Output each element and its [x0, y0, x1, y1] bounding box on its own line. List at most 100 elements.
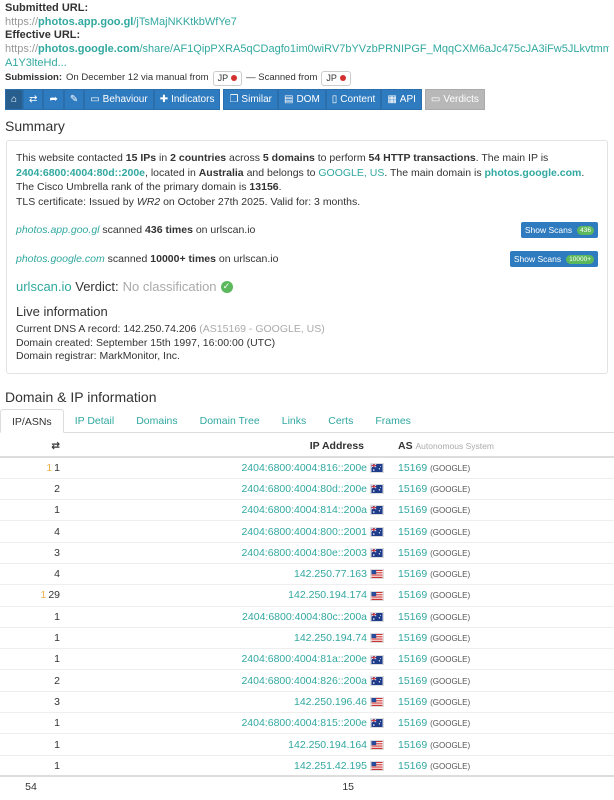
summary-text: This website contacted 15 IPs in 2 count…: [16, 152, 585, 193]
effective-url[interactable]: https://photos.google.com/share/AF1QipPX…: [5, 42, 609, 56]
tab-ip-asns[interactable]: IP/ASNs: [0, 409, 64, 433]
main-domain-link[interactable]: photos.google.com: [485, 167, 582, 179]
as-cell: 15169 (GOOGLE): [388, 648, 614, 670]
as-number-link[interactable]: 15169: [398, 589, 427, 601]
ip-column-header[interactable]: IP Address: [62, 435, 388, 458]
show-scans-button-1[interactable]: Show Scans 436: [520, 222, 598, 238]
submitted-url[interactable]: https://photos.app.goo.gl/jTsMajNKKtkbWf…: [5, 15, 609, 29]
main-ip-link[interactable]: 2404:6800:4004:80d::200e: [16, 167, 145, 179]
as-number-link[interactable]: 15169: [398, 653, 427, 665]
dom-button[interactable]: ▤ DOM: [277, 89, 326, 110]
scan2-domain-link[interactable]: photos.google.com: [16, 253, 105, 265]
ip-cell: 142.250.194.164: [62, 733, 388, 756]
ip-address-link[interactable]: 142.251.42.195: [294, 760, 367, 772]
indicators-button[interactable]: ✚ Indicators: [153, 89, 221, 110]
as-number-link[interactable]: 15169: [398, 568, 427, 580]
toolbar: ⌂ ⇄ ➦ ✎ ▭ Behaviour ✚ Indicators ❐ Similar …: [5, 89, 614, 110]
api-button[interactable]: ▦ API: [381, 89, 422, 110]
as-cell: 15169 (GOOGLE): [388, 626, 614, 649]
transaction-count: 4: [0, 520, 62, 543]
ip-address-link[interactable]: 2404:6800:4004:816::200e: [241, 462, 367, 474]
urlscan-link[interactable]: urlscan.io: [16, 279, 72, 294]
submission-info: Submission: On December 12 via manual fr…: [5, 70, 609, 86]
behaviour-button[interactable]: ▭ Behaviour: [84, 89, 154, 110]
similar-icon: ❐: [229, 94, 239, 105]
as-number-link[interactable]: 15169: [398, 696, 427, 708]
tab-domains[interactable]: Domains: [125, 409, 188, 432]
ip-address-link[interactable]: 142.250.194.74: [294, 632, 367, 644]
share-button[interactable]: ➦: [43, 89, 64, 110]
ip-cell: 142.250.194.74: [62, 626, 388, 649]
as-number-link[interactable]: 15169: [398, 675, 427, 687]
as-org: (GOOGLE): [430, 612, 471, 622]
ip-address-link[interactable]: 142.250.194.174: [288, 589, 367, 601]
transaction-count: 3: [0, 541, 62, 564]
ip-cell: 2404:6800:4004:800::2001: [62, 520, 388, 543]
verdicts-button[interactable]: ▭ Verdicts: [424, 89, 485, 110]
transaction-count: 1 29: [0, 584, 62, 607]
sort-column-header[interactable]: ⇄: [0, 435, 62, 458]
tab-ip-detail[interactable]: IP Detail: [64, 409, 126, 432]
as-cell: 15169 (GOOGLE): [388, 712, 614, 734]
share-icon: ➦: [49, 94, 58, 105]
ip-table: ⇄ IP Address AS Autonomous System 1 1 2404…: [0, 435, 614, 797]
usa-flag-icon: [370, 760, 384, 771]
ip-cell: 142.251.42.195: [62, 754, 388, 777]
transaction-count: 1: [0, 626, 62, 649]
edit-button[interactable]: ✎: [63, 89, 85, 110]
asn-link[interactable]: GOOGLE, US: [318, 167, 384, 179]
as-number-link[interactable]: 15169: [398, 611, 427, 623]
file-icon: ▯: [331, 94, 338, 105]
tab-frames[interactable]: Frames: [364, 409, 422, 432]
ip-address-link[interactable]: 2404:6800:4004:81a::200e: [241, 653, 367, 665]
scan1-domain-link[interactable]: photos.app.goo.gl: [16, 224, 100, 236]
ip-address-link[interactable]: 2404:6800:4004:80d::200e: [241, 483, 367, 495]
as-cell: 15169 (GOOGLE): [388, 541, 614, 564]
domain-ip-title: Domain & IP information: [5, 389, 157, 405]
as-number-link[interactable]: 15169: [398, 760, 427, 772]
as-number-link[interactable]: 15169: [398, 632, 427, 644]
transaction-count: 1: [0, 754, 62, 777]
as-number-link[interactable]: 15169: [398, 504, 427, 516]
live-info-title: Live information: [16, 304, 108, 319]
table-row: 1 2404:6800:4004:815::200e 15169 (GOOGLE): [0, 712, 614, 734]
usa-flag-icon: [370, 633, 384, 644]
ip-address-link[interactable]: 2404:6800:4004:80c::200a: [242, 611, 367, 623]
total-ips: 15: [62, 775, 388, 797]
ip-address-link[interactable]: 2404:6800:4004:826::200a: [241, 675, 367, 687]
ip-cell: 2404:6800:4004:80e::2003: [62, 541, 388, 564]
swap-icon: ⇄: [29, 94, 38, 105]
tab-certs[interactable]: Certs: [317, 409, 364, 432]
ip-address-link[interactable]: 2404:6800:4004:800::2001: [241, 526, 367, 538]
effective-url-continued[interactable]: A1Y3lteHd...: [5, 56, 609, 70]
ip-address-link[interactable]: 2404:6800:4004:814::200a: [241, 504, 367, 516]
as-number-link[interactable]: 15169: [398, 462, 427, 474]
as-org: (GOOGLE): [430, 719, 471, 729]
show-scans-button-2[interactable]: Show Scans 10000+: [509, 251, 598, 267]
ip-address-link[interactable]: 142.250.196.46: [294, 696, 367, 708]
table-row: 1 142.250.194.164 15169 (GOOGLE): [0, 733, 614, 756]
as-cell: 15169 (GOOGLE): [388, 499, 614, 521]
table-row: 4 142.250.77.163 15169 (GOOGLE): [0, 562, 614, 585]
usa-flag-icon: [370, 739, 384, 750]
ip-address-link[interactable]: 142.250.77.163: [294, 568, 367, 580]
tab-domain-tree[interactable]: Domain Tree: [189, 409, 271, 432]
as-column-header[interactable]: AS Autonomous System: [388, 435, 614, 458]
home-button[interactable]: ⌂: [5, 89, 24, 110]
content-button[interactable]: ▯ Content: [325, 89, 382, 110]
ip-address-link[interactable]: 2404:6800:4004:815::200e: [241, 717, 367, 729]
swap-button[interactable]: ⇄: [23, 89, 44, 110]
transaction-count: 1: [0, 712, 62, 734]
as-number-link[interactable]: 15169: [398, 483, 427, 495]
usa-flag-icon: [370, 697, 384, 708]
ip-address-link[interactable]: 2404:6800:4004:80e::2003: [241, 547, 367, 559]
as-number-link[interactable]: 15169: [398, 717, 427, 729]
ip-address-link[interactable]: 142.250.194.164: [288, 739, 367, 751]
as-number-link[interactable]: 15169: [398, 547, 427, 559]
home-icon: ⌂: [11, 94, 18, 105]
similar-button[interactable]: ❐ Similar: [223, 89, 278, 110]
tab-links[interactable]: Links: [271, 409, 318, 432]
as-number-link[interactable]: 15169: [398, 526, 427, 538]
ip-cell: 2404:6800:4004:814::200a: [62, 499, 388, 521]
as-number-link[interactable]: 15169: [398, 739, 427, 751]
